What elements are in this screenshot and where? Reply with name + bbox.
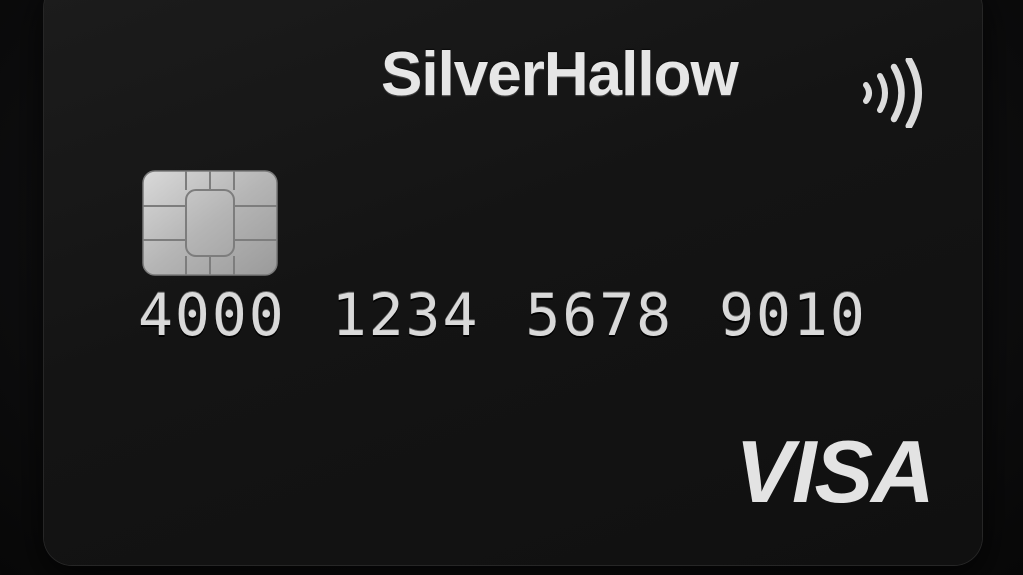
emv-chip-icon	[142, 170, 278, 276]
visa-logo: VISA	[735, 430, 934, 512]
card-number-group-2: 1234	[331, 281, 480, 349]
card-number-group-1: 4000	[138, 281, 286, 349]
credit-card: SilverHallow 4000 1234 5678 9010 VISA	[44, 0, 982, 565]
card-brand-name: SilverHallow	[381, 40, 739, 109]
contactless-icon	[863, 58, 922, 128]
card-number: 4000 1234 5678 9010	[138, 286, 867, 344]
card-number-group-4: 9010	[719, 281, 867, 349]
card-network-label: VISA	[735, 430, 932, 512]
card-scene: SilverHallow 4000 1234 5678 9010 VISA	[0, 0, 1023, 575]
card-number-group-3: 5678	[525, 281, 674, 349]
